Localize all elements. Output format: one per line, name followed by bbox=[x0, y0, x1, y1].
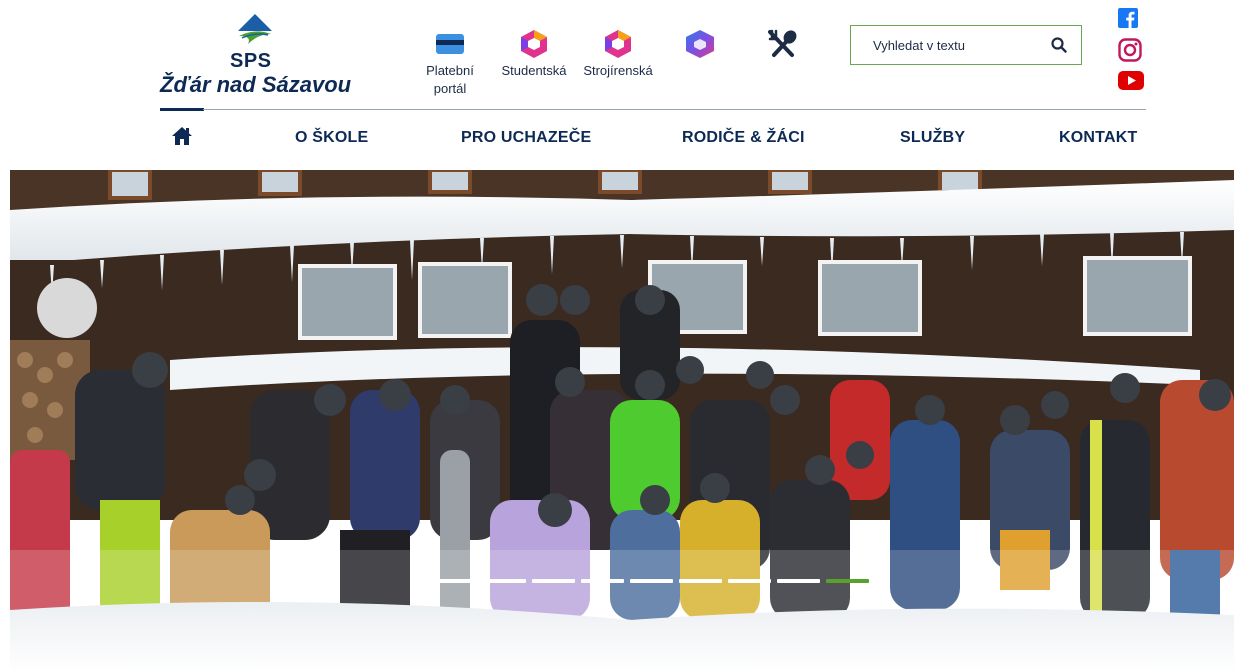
strojirenska-portal-icon bbox=[605, 30, 631, 58]
nav-o-skole[interactable]: O ŠKOLE bbox=[295, 129, 368, 147]
slide-dot[interactable] bbox=[434, 579, 477, 583]
studentska-portal-icon bbox=[521, 30, 547, 58]
logo-abbr: SPS bbox=[230, 50, 272, 72]
slide-dot[interactable] bbox=[483, 579, 526, 583]
facebook-icon[interactable] bbox=[1118, 8, 1138, 28]
quick-link-label-line2: portál bbox=[433, 81, 467, 96]
hero-slideshow[interactable] bbox=[10, 170, 1234, 672]
header-divider bbox=[203, 109, 1146, 110]
nav-kontakt[interactable]: KONTAKT bbox=[1059, 129, 1137, 147]
quick-link-label: Studentská bbox=[501, 63, 567, 78]
nav-sluzby[interactable]: SLUŽBY bbox=[900, 129, 965, 147]
office-icon bbox=[686, 30, 714, 58]
slide-dot[interactable] bbox=[679, 579, 722, 583]
site-header: SPS Žďár nad Sázavou Platební portál Stu… bbox=[0, 0, 1234, 170]
slide-dot[interactable] bbox=[728, 579, 771, 583]
search-icon[interactable] bbox=[1051, 37, 1067, 53]
slide-dot[interactable] bbox=[581, 579, 624, 583]
quick-link-canteen[interactable] bbox=[764, 26, 802, 62]
slide-dot[interactable] bbox=[630, 579, 673, 583]
nav-rodice-zaci[interactable]: RODIČE & ŽÁCI bbox=[682, 129, 805, 147]
quick-link-strojirenska[interactable]: Strojírenská bbox=[578, 26, 658, 80]
payment-card-icon bbox=[436, 34, 464, 54]
logo-town: Žďár nad Sázavou bbox=[160, 72, 352, 97]
youtube-icon[interactable] bbox=[1118, 71, 1144, 90]
logo-mark-icon bbox=[238, 14, 272, 44]
home-icon[interactable] bbox=[172, 127, 192, 145]
slide-dot-active[interactable] bbox=[826, 579, 869, 583]
slide-dot[interactable] bbox=[532, 579, 575, 583]
logo-underline bbox=[160, 108, 204, 111]
hero-photo bbox=[10, 170, 1234, 672]
quick-link-payment-portal[interactable]: Platební portál bbox=[420, 26, 480, 98]
search-input[interactable]: Vyhledat v textu bbox=[873, 38, 965, 53]
search-box[interactable]: Vyhledat v textu bbox=[850, 25, 1082, 65]
quick-link-label: Strojírenská bbox=[583, 63, 653, 78]
nav-pro-uchazece[interactable]: PRO UCHAZEČE bbox=[461, 129, 591, 147]
school-logo[interactable]: SPS Žďár nad Sázavou bbox=[160, 14, 352, 111]
instagram-icon[interactable] bbox=[1118, 38, 1142, 62]
quick-link-label-line1: Platební bbox=[426, 63, 474, 78]
quick-link-studentska[interactable]: Studentská bbox=[496, 26, 572, 80]
quick-link-office[interactable] bbox=[682, 26, 718, 62]
canteen-icon bbox=[768, 29, 797, 57]
slide-dot[interactable] bbox=[777, 579, 820, 583]
